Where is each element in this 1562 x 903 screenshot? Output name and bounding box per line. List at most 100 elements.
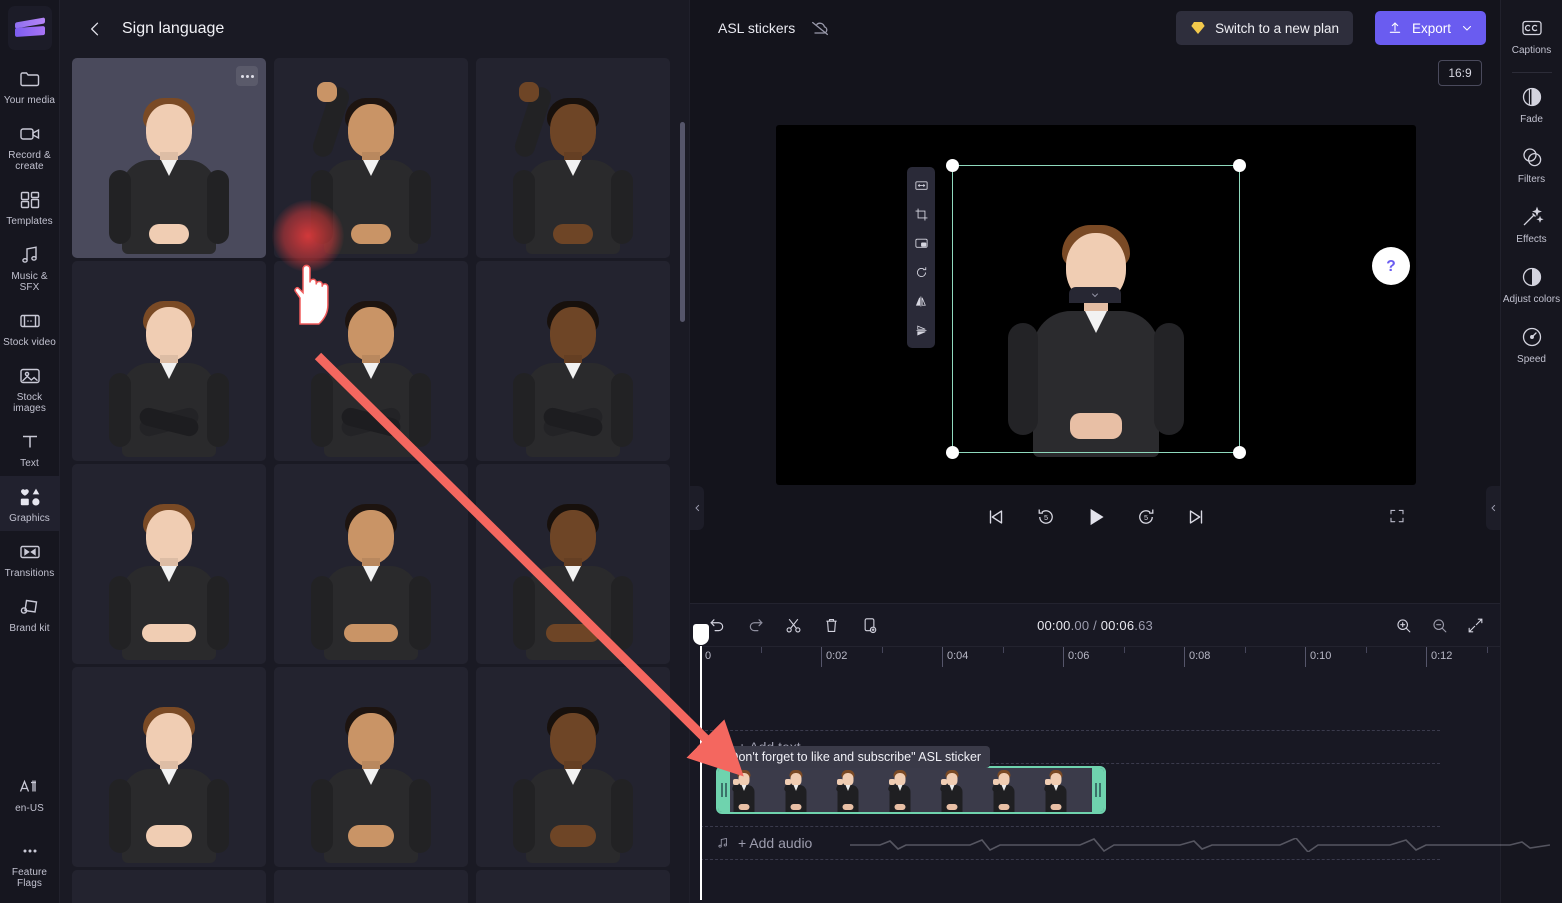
sidebar-item-brand-kit[interactable]: Brand kit [0, 586, 60, 641]
sidebar-item-graphics[interactable]: Graphics [0, 476, 60, 531]
crop-icon[interactable] [908, 201, 934, 227]
rewind-5-button[interactable]: 5 [1032, 503, 1060, 531]
sidebar-item-your-media[interactable]: Your media [0, 58, 60, 113]
clip-tooltip: "Don't forget to like and subscribe" ASL… [716, 746, 990, 768]
graphics-thumbnail[interactable] [72, 464, 266, 664]
zoom-in-button[interactable] [1392, 614, 1414, 636]
video-track[interactable] [700, 766, 1440, 818]
graphics-grid-scroll[interactable] [60, 58, 689, 903]
sidebar-item-feature-flags[interactable]: Feature Flags [0, 830, 60, 903]
graphics-thumbnail[interactable] [72, 667, 266, 867]
clip-thumbnail [770, 768, 822, 812]
back-button[interactable] [82, 16, 108, 42]
picture-in-picture-icon[interactable] [908, 230, 934, 256]
timeline-toolbar: 00:00.00 / 00:06.63 [690, 604, 1500, 646]
export-button[interactable]: Export [1375, 11, 1486, 45]
resize-handle-bottom-right[interactable] [1233, 446, 1246, 459]
fit-timeline-button[interactable] [1464, 614, 1486, 636]
resize-handle-top-right[interactable] [1233, 159, 1246, 172]
right-item-adjust-colors[interactable]: Adjust colors [1501, 255, 1562, 315]
graphics-thumbnail[interactable] [274, 58, 468, 258]
video-preview[interactable] [776, 125, 1416, 485]
right-item-effects[interactable]: Effects [1501, 195, 1562, 255]
timeline-clip-asl-sticker[interactable] [716, 766, 1106, 814]
sidebar-item-text[interactable]: Text [0, 421, 60, 476]
cloud-off-icon[interactable] [809, 17, 831, 39]
question-mark-icon: ? [1386, 258, 1396, 275]
collapse-panel-left-button[interactable] [690, 486, 704, 530]
graphics-thumbnail[interactable] [476, 870, 670, 903]
add-audio-row[interactable]: + Add audio [700, 826, 1440, 860]
speedometer-icon [1520, 325, 1544, 349]
graphics-thumbnail[interactable] [476, 261, 670, 461]
avatar-figure [307, 78, 435, 254]
skip-to-start-button[interactable] [982, 503, 1010, 531]
graphics-thumbnail[interactable] [274, 464, 468, 664]
right-item-captions[interactable]: Captions [1501, 6, 1562, 66]
graphics-thumbnail[interactable] [72, 58, 266, 258]
delete-button[interactable] [820, 614, 842, 636]
audio-waveform [850, 838, 1550, 852]
undo-button[interactable] [706, 614, 728, 636]
film-strip-icon [18, 309, 42, 333]
flip-horizontal-icon[interactable] [908, 288, 934, 314]
selection-box[interactable] [952, 165, 1240, 453]
skip-to-end-button[interactable] [1182, 503, 1210, 531]
split-button[interactable] [782, 614, 804, 636]
svg-text:5: 5 [1044, 513, 1048, 522]
graphics-thumbnail[interactable] [72, 261, 266, 461]
graphics-thumbnail[interactable] [274, 261, 468, 461]
sidebar-item-music-sfx[interactable]: Music & SFX [0, 234, 60, 300]
avatar-figure [307, 484, 435, 660]
sidebar-item-stock-images[interactable]: Stock images [0, 355, 60, 421]
playhead[interactable] [700, 646, 702, 900]
resize-handle-bottom-left[interactable] [946, 446, 959, 459]
record-video-icon [18, 122, 42, 146]
music-note-icon [716, 836, 730, 850]
duplicate-button[interactable] [858, 614, 880, 636]
right-item-label: Effects [1516, 234, 1546, 245]
panel-scrollbar[interactable] [680, 122, 685, 322]
playhead-knob[interactable] [693, 624, 709, 645]
thumbnail-more-options-icon[interactable] [236, 66, 258, 86]
fullscreen-button[interactable] [1384, 503, 1410, 529]
clip-trim-handle-left[interactable] [718, 768, 730, 812]
project-name[interactable]: ASL stickers [718, 20, 795, 36]
zoom-out-button[interactable] [1428, 614, 1450, 636]
sidebar-item-record-create[interactable]: Record & create [0, 113, 60, 179]
sidebar-item-language[interactable]: en-US [0, 766, 60, 830]
forward-5-button[interactable]: 5 [1132, 503, 1160, 531]
sidebar-item-transitions[interactable]: Transitions [0, 531, 60, 586]
fit-to-frame-icon[interactable] [908, 172, 934, 198]
right-item-fade[interactable]: Fade [1501, 75, 1562, 135]
help-button[interactable]: ? [1372, 247, 1410, 285]
collapse-panel-right-button[interactable] [1486, 486, 1500, 530]
play-button[interactable] [1082, 503, 1110, 531]
flip-vertical-icon[interactable] [908, 317, 934, 343]
switch-plan-button[interactable]: Switch to a new plan [1176, 11, 1353, 45]
clip-trim-handle-right[interactable] [1092, 768, 1104, 812]
timeline-ruler[interactable]: 00:020:040:060:080:100:12 [700, 646, 1500, 668]
right-rail-divider [1512, 72, 1552, 73]
right-item-filters[interactable]: Filters [1501, 135, 1562, 195]
graphics-thumbnail[interactable] [274, 870, 468, 903]
graphics-thumbnail[interactable] [476, 464, 670, 664]
right-item-speed[interactable]: Speed [1501, 315, 1562, 375]
rotate-icon[interactable] [908, 259, 934, 285]
preview-stage: 16:9 [690, 56, 1500, 603]
app-logo[interactable] [8, 6, 52, 50]
closed-captions-icon [1520, 16, 1544, 40]
resize-handle-top-left[interactable] [946, 159, 959, 172]
sidebar-item-templates[interactable]: Templates [0, 179, 60, 234]
aspect-ratio-button[interactable]: 16:9 [1438, 60, 1482, 86]
graphics-thumbnail[interactable] [476, 58, 670, 258]
audio-track[interactable]: + Add audio [700, 826, 1440, 860]
redo-button[interactable] [744, 614, 766, 636]
sidebar-item-stock-video[interactable]: Stock video [0, 300, 60, 355]
ruler-tick-label: 0:12 [1431, 650, 1452, 662]
graphics-thumbnail[interactable] [476, 667, 670, 867]
graphics-thumbnail[interactable] [72, 870, 266, 903]
timeline-collapse-button[interactable] [1069, 287, 1121, 303]
graphics-thumbnail[interactable] [274, 667, 468, 867]
page-title: Sign language [122, 20, 224, 38]
